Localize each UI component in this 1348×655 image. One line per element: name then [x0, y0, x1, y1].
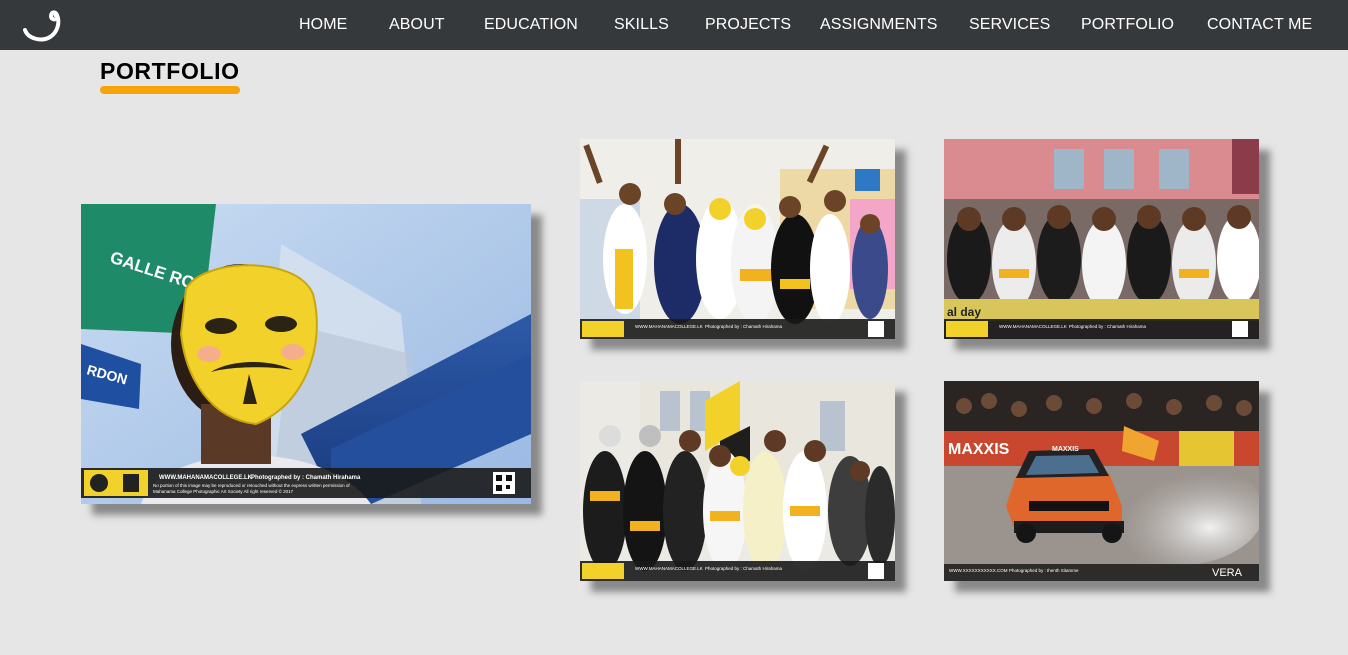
watermark-notice: No portion of this image may be reproduc… — [153, 483, 350, 488]
portfolio-photo-group-flags[interactable]: WWW.MAHANAMACOLLEGE.LK Photographed by :… — [580, 381, 895, 581]
title-underline — [100, 86, 240, 94]
watermark-credit: Photographed by : Ihenth Sitamme — [1009, 568, 1079, 573]
section-title: PORTFOLIO — [100, 58, 240, 84]
sponsor-banner-text: MAXXIS — [948, 441, 1010, 458]
watermark-credit: Photographed by : Chamath Hirahama — [1069, 324, 1147, 329]
nav-services[interactable]: SERVICES — [969, 16, 1050, 34]
barrier-banner-text: al day — [947, 305, 981, 319]
watermark-credit: Photographed by : Chamath Hirahama — [705, 566, 783, 571]
car-roof-text: MAXXIS — [1052, 446, 1079, 453]
portfolio-photo-drift-car[interactable]: MAXXIS MAXXIS WWW.XXXXXXXXXXX.COM Photog… — [944, 381, 1259, 581]
portfolio-photo-crowd-barrier[interactable]: al day WWW.MAHANAMACOLLEGE.LK Photograph… — [944, 139, 1259, 339]
nav-education[interactable]: EDUCATION — [484, 16, 578, 34]
brand-mark: VERA — [1212, 567, 1243, 579]
portfolio-photo-main[interactable]: GALLE ROAD RDON WWW.MAHANAMACOLLEGE.LK P… — [81, 204, 531, 504]
nav-assignments[interactable]: ASSIGNMENTS — [820, 16, 938, 34]
nav-contact-me[interactable]: CONTACT ME — [1207, 16, 1312, 34]
nav-home[interactable]: HOME — [299, 16, 347, 34]
watermark-site: WWW.MAHANAMACOLLEGE.LK — [159, 475, 253, 481]
nav-about[interactable]: ABOUT — [389, 16, 445, 34]
top-navbar: HOME ABOUT EDUCATION SKILLS PROJECTS ASS… — [0, 0, 1348, 50]
portfolio-photo-crowd-masks[interactable]: WWW.MAHANAMACOLLEGE.LK Photographed by :… — [580, 139, 895, 339]
watermark-notice-2: Mahanama College Photographic Art Societ… — [153, 488, 294, 494]
nav-projects[interactable]: PROJECTS — [705, 16, 791, 34]
watermark-credit: Photographed by : Chamath Hirahama — [705, 324, 783, 329]
watermark-site: WWW.XXXXXXXXXXX.COM — [949, 568, 1008, 573]
watermark-site: WWW.MAHANAMACOLLEGE.LK — [999, 324, 1067, 329]
nav-skills[interactable]: SKILLS — [614, 16, 669, 34]
swirl-logo-icon[interactable] — [20, 6, 62, 44]
watermark-site: WWW.MAHANAMACOLLEGE.LK — [635, 324, 703, 329]
nav-portfolio[interactable]: PORTFOLIO — [1081, 16, 1174, 34]
watermark-site: WWW.MAHANAMACOLLEGE.LK — [635, 566, 703, 571]
watermark-credit: Photographed by : Chamath Hirahama — [251, 475, 361, 481]
